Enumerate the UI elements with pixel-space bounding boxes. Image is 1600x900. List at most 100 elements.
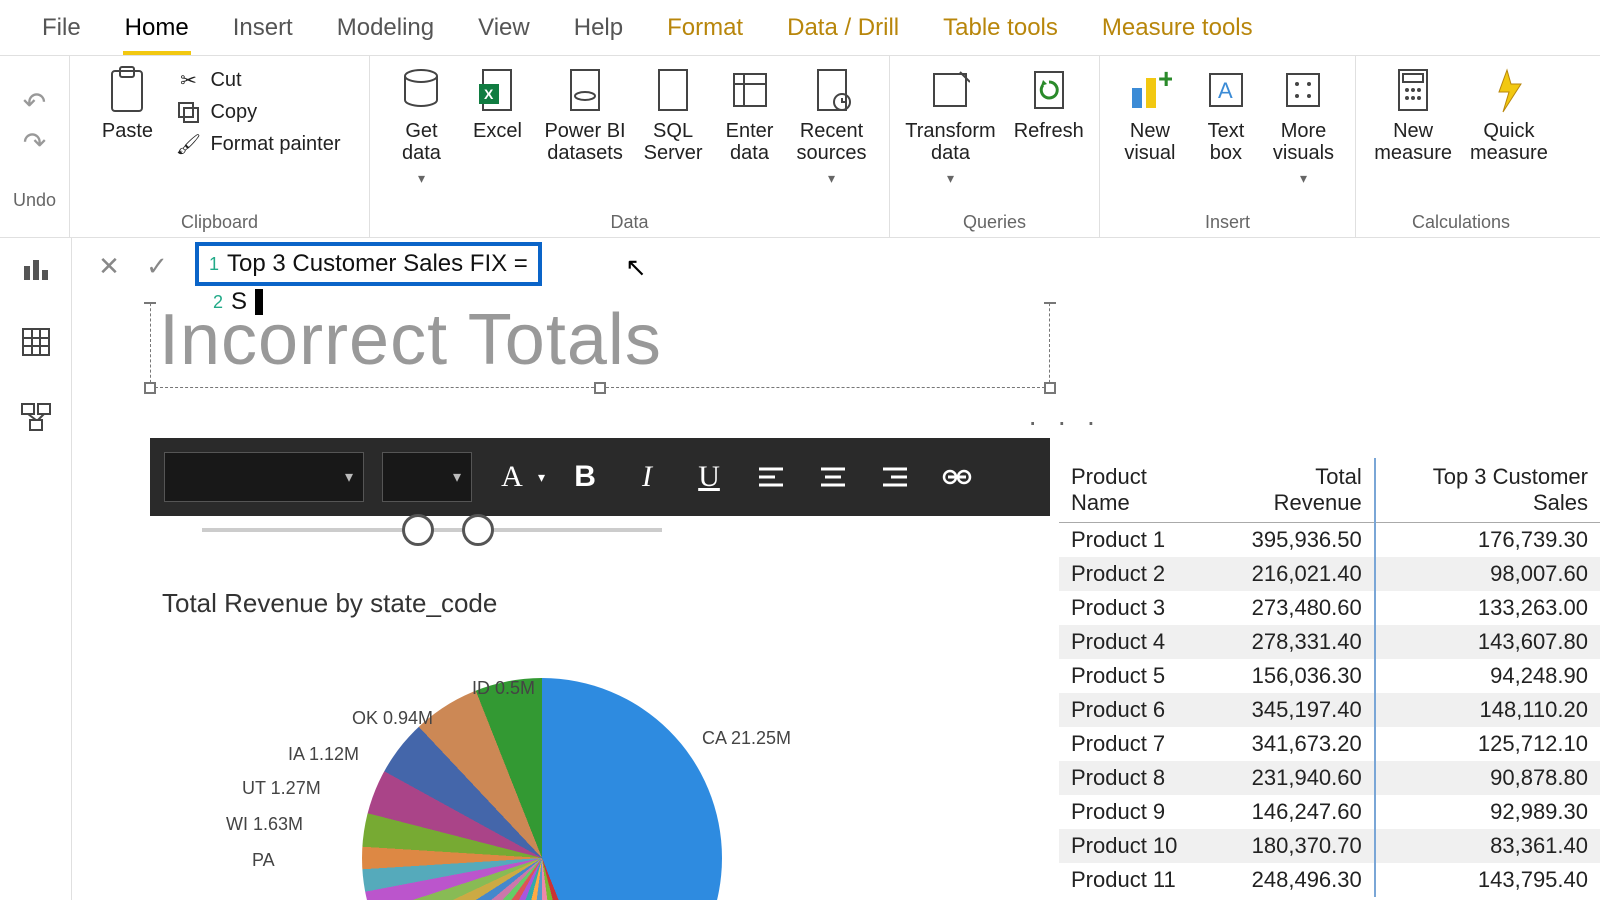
font-size-select[interactable] <box>382 452 472 502</box>
font-family-select[interactable] <box>164 452 364 502</box>
formula-editor[interactable]: 1Top 3 Customer Sales FIX = 2S <box>195 242 542 316</box>
tab-modeling[interactable]: Modeling <box>315 2 456 54</box>
table-row[interactable]: Product 4278,331.40143,607.80 <box>1059 625 1600 659</box>
excel-button[interactable]: XExcel <box>462 62 532 146</box>
redo-button[interactable]: ↷ <box>15 122 55 162</box>
model-view-button[interactable] <box>16 396 56 436</box>
formula-bar: ✕ ✓ 1Top 3 Customer Sales FIX = 2S ↖ <box>85 242 1600 302</box>
cell-revenue: 156,036.30 <box>1214 659 1375 693</box>
col-product-name[interactable]: Product Name <box>1059 458 1214 523</box>
table-row[interactable]: Product 9146,247.6092,989.30 <box>1059 795 1600 829</box>
align-right-button[interactable] <box>873 455 917 499</box>
data-view-button[interactable] <box>16 322 56 362</box>
align-center-button[interactable] <box>811 455 855 499</box>
tab-view[interactable]: View <box>456 2 552 54</box>
formula-line1-text: Top 3 Customer Sales FIX = <box>227 250 528 278</box>
table-row[interactable]: Product 2216,021.4098,007.60 <box>1059 557 1600 591</box>
font-color-button[interactable]: A <box>490 455 534 499</box>
line-number-2: 2 <box>213 292 223 313</box>
pie-label-ut: UT 1.27M <box>242 778 321 799</box>
table-row[interactable]: Product 10180,370.7083,361.40 <box>1059 829 1600 863</box>
paste-button[interactable]: Paste <box>92 62 162 146</box>
tab-insert[interactable]: Insert <box>211 2 315 54</box>
slider-thumb-start[interactable] <box>402 514 434 546</box>
table-row[interactable]: Product 11248,496.30143,795.40 <box>1059 863 1600 897</box>
cell-revenue: 278,331.40 <box>1214 625 1375 659</box>
cell-revenue: 216,021.40 <box>1214 557 1375 591</box>
tab-home[interactable]: Home <box>103 2 211 54</box>
resize-handle[interactable] <box>594 382 606 394</box>
refresh-icon <box>1025 66 1073 114</box>
enter-data-button[interactable]: Enter data <box>715 62 785 168</box>
pie-label-ia: IA 1.12M <box>288 744 359 765</box>
visual-more-options-button[interactable]: · · · <box>1028 406 1102 438</box>
ribbon: ↶ ↷ Undo Paste ✂Cut Copy 🖌Format painter… <box>0 56 1600 238</box>
quick-measure-button[interactable]: Quick measure <box>1464 62 1554 168</box>
pie-label-ok: OK 0.94M <box>352 708 433 729</box>
cell-top3: 176,739.30 <box>1375 523 1600 558</box>
col-top3-sales[interactable]: Top 3 Customer Sales <box>1375 458 1600 523</box>
resize-handle[interactable] <box>144 382 156 394</box>
clipboard-icon <box>103 66 151 114</box>
report-view-button[interactable] <box>16 248 56 288</box>
table-row[interactable]: Product 6345,197.40148,110.20 <box>1059 693 1600 727</box>
chevron-down-icon: ▾ <box>418 170 425 187</box>
formula-commit-button[interactable]: ✓ <box>133 242 181 290</box>
cell-top3: 94,248.90 <box>1375 659 1600 693</box>
get-data-button[interactable]: Get data▾ <box>386 62 456 191</box>
cell-top3: 143,795.40 <box>1375 863 1600 897</box>
format-painter-button[interactable]: 🖌Format painter <box>174 130 340 158</box>
underline-button[interactable]: U <box>687 455 731 499</box>
tab-format[interactable]: Format <box>645 2 765 54</box>
resize-handle[interactable] <box>1044 382 1056 394</box>
tab-data-drill[interactable]: Data / Drill <box>765 2 921 54</box>
chevron-down-icon: ▾ <box>828 170 835 187</box>
pbi-datasets-icon <box>561 66 609 114</box>
align-left-button[interactable] <box>749 455 793 499</box>
cell-top3: 133,263.00 <box>1375 591 1600 625</box>
tab-file[interactable]: File <box>20 2 103 54</box>
paintbrush-icon: 🖌 <box>174 130 202 158</box>
cell-revenue: 248,496.30 <box>1214 863 1375 897</box>
more-visuals-button[interactable]: More visuals▾ <box>1267 62 1340 191</box>
slider-thumb-end[interactable] <box>462 514 494 546</box>
cell-revenue: 395,936.50 <box>1214 523 1375 558</box>
italic-button[interactable]: I <box>625 455 669 499</box>
formula-cancel-button[interactable]: ✕ <box>85 242 133 290</box>
pie-label-ca: CA 21.25M <box>702 728 791 749</box>
copy-button[interactable]: Copy <box>174 98 340 126</box>
report-canvas: Incorrect Totals · · · A▾ B I U Total Re… <box>72 238 1600 900</box>
chevron-down-icon: ▾ <box>947 170 954 187</box>
excel-icon: X <box>473 66 521 114</box>
product-table-visual[interactable]: Product Name Total Revenue Top 3 Custome… <box>1059 458 1600 897</box>
text-box-button[interactable]: AText box <box>1191 62 1261 168</box>
date-slicer[interactable] <box>202 528 662 532</box>
cell-product: Product 9 <box>1059 795 1214 829</box>
queries-group-label: Queries <box>963 210 1026 233</box>
text-format-toolbar: A▾ B I U <box>150 438 1050 516</box>
bold-button[interactable]: B <box>563 455 607 499</box>
table-row[interactable]: Product 5156,036.3094,248.90 <box>1059 659 1600 693</box>
undo-button[interactable]: ↶ <box>15 82 55 122</box>
cell-revenue: 273,480.60 <box>1214 591 1375 625</box>
tab-measure-tools[interactable]: Measure tools <box>1080 2 1275 54</box>
refresh-button[interactable]: Refresh <box>1008 62 1090 146</box>
table-row[interactable]: Product 8231,940.6090,878.80 <box>1059 761 1600 795</box>
new-measure-button[interactable]: New measure <box>1368 62 1458 168</box>
pbi-datasets-button[interactable]: Power BI datasets <box>538 62 631 168</box>
col-total-revenue[interactable]: Total Revenue <box>1214 458 1375 523</box>
hyperlink-button[interactable] <box>935 455 979 499</box>
svg-text:X: X <box>484 86 494 102</box>
recent-sources-button[interactable]: Recent sources▾ <box>791 62 873 191</box>
tab-table-tools[interactable]: Table tools <box>921 2 1080 54</box>
sql-server-button[interactable]: SQL Server <box>638 62 709 168</box>
calculator-icon <box>1389 66 1437 114</box>
cut-button[interactable]: ✂Cut <box>174 66 340 94</box>
svg-text:+: + <box>1158 68 1172 94</box>
transform-data-button[interactable]: Transform data▾ <box>899 62 1001 191</box>
table-row[interactable]: Product 7341,673.20125,712.10 <box>1059 727 1600 761</box>
table-row[interactable]: Product 3273,480.60133,263.00 <box>1059 591 1600 625</box>
new-visual-button[interactable]: +New visual <box>1115 62 1185 168</box>
tab-help[interactable]: Help <box>552 2 645 54</box>
table-row[interactable]: Product 1395,936.50176,739.30 <box>1059 523 1600 558</box>
